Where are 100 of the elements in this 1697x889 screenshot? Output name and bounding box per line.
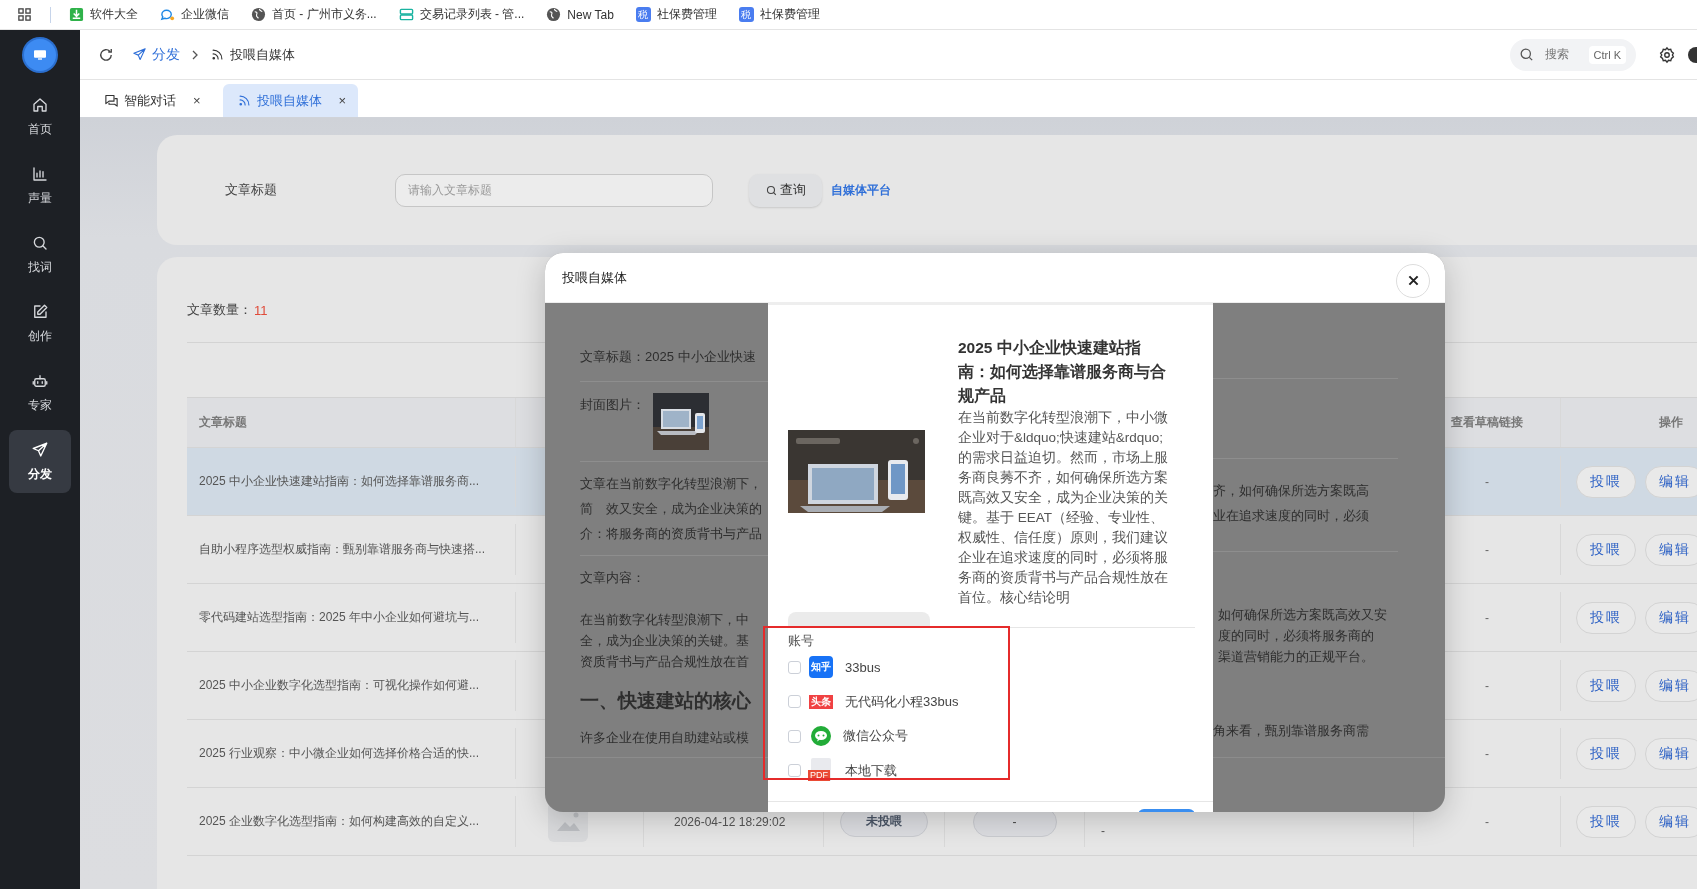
settings-icon[interactable]: [1658, 45, 1676, 64]
rss-icon: [210, 47, 225, 62]
chevron-icon: [190, 49, 200, 60]
tab[interactable]: 智能对话 ×: [100, 84, 213, 117]
detail-text: 许多企业在使用自助建站或模: [580, 729, 749, 747]
detail-text: 度的同时，必须将服务商的: [1218, 627, 1374, 645]
app-badge: 税: [635, 7, 651, 22]
sidebar-item[interactable]: 创作: [9, 292, 71, 355]
close-button[interactable]: ×: [193, 93, 201, 108]
detail-text: 将服务商的资质背书与产品: [606, 525, 762, 543]
dialog-title: 投喂自媒体: [562, 268, 627, 287]
send-icon: [31, 440, 49, 459]
preview-title: 2025 中小企业快速建站指南：如何选择靠谱服务商与合规产品: [958, 337, 1167, 406]
edit-button[interactable]: 编辑: [1645, 805, 1697, 838]
table-cell: 2026-04-12 18:29:02: [674, 814, 786, 829]
bookmark-link[interactable]: 社保费管理: [759, 6, 820, 23]
sidebar-item[interactable]: 找词: [9, 223, 71, 286]
count-label: 文章数量：: [187, 301, 252, 319]
breadcrumb-link[interactable]: 分发: [132, 45, 180, 64]
document-icon: PDF: [811, 757, 831, 781]
table-cell: 2025 中小企业快速建站指南：如何选择靠谱服务商...: [199, 473, 480, 490]
chart-icon: [31, 164, 49, 183]
account-label: 本地下载: [845, 761, 897, 780]
bookmark-link[interactable]: 交易记录列表 - 管...: [419, 6, 525, 23]
feed-button[interactable]: 投喂: [1576, 601, 1636, 634]
detail-label: 文章: [580, 475, 606, 493]
tab[interactable]: 投喂自媒体 ×: [222, 84, 359, 117]
shortcut-hint: Ctrl K: [1588, 45, 1626, 64]
sidebar-item[interactable]: 首页: [9, 85, 71, 148]
edit-button[interactable]: 编辑: [1645, 669, 1697, 702]
platform-link[interactable]: 自媒体平台: [831, 181, 891, 199]
query-button[interactable]: 查询: [749, 173, 822, 207]
detail-text: 业在追求速度的同时，必须: [1213, 507, 1369, 525]
checkbox[interactable]: [788, 729, 801, 743]
count-value: 11: [254, 302, 268, 318]
field-label: 文章标题: [225, 181, 278, 199]
detail-text: 渠道营销能力的正规平台。: [1218, 648, 1374, 666]
table-cell: -: [1485, 474, 1489, 489]
table-cell: 自助小程序选型权威指南：甄别靠谱服务商与快速搭...: [199, 541, 485, 558]
feed-button[interactable]: 投喂: [1576, 737, 1636, 770]
table-cell: 2025 企业数字化选型指南：如何构建高效的自定义...: [199, 813, 480, 830]
detail-text: 在当前数字化转型浪潮下，中: [580, 611, 749, 629]
checkbox[interactable]: [788, 660, 801, 674]
globe-icon: [251, 7, 266, 22]
bookmark-link[interactable]: 社保费管理: [656, 6, 717, 23]
app-badge: 知乎: [809, 656, 833, 679]
edit-button[interactable]: 编辑: [1645, 737, 1697, 770]
bookmark-link[interactable]: New Tab: [567, 7, 614, 22]
detail-text: 齐，如何确保所选方案既高: [1213, 482, 1369, 500]
close-button[interactable]: ×: [338, 93, 347, 108]
edit-icon: [31, 302, 49, 321]
column-header: 操作: [1659, 414, 1683, 431]
edit-button[interactable]: 编辑: [1645, 533, 1697, 566]
section-heading: 一、快速建站的核心: [580, 689, 751, 713]
feed-button[interactable]: 投喂: [1576, 669, 1636, 702]
bookmark-link[interactable]: 企业微信: [181, 6, 229, 23]
chat-icon: [104, 93, 119, 108]
detail-label: 简: [580, 500, 593, 518]
detail-label: 封面图片：: [580, 396, 645, 414]
apps-icon[interactable]: [17, 7, 32, 22]
table-cell: 零代码建站选型指南：2025 年中小企业如何避坑与...: [199, 609, 480, 626]
edit-button[interactable]: 编辑: [1645, 601, 1697, 634]
table-cell: -: [1485, 746, 1489, 761]
edit-button[interactable]: 编辑: [1645, 465, 1697, 498]
table-cell: -: [1485, 542, 1489, 557]
account-label: 33bus: [845, 659, 881, 675]
search-field[interactable]: 搜索 Ctrl K: [1509, 38, 1636, 71]
checkbox[interactable]: [788, 695, 801, 709]
sidebar-item[interactable]: 分发: [9, 430, 71, 493]
sidebar-item[interactable]: 专家: [9, 361, 71, 424]
bookmark-link[interactable]: 软件大全: [90, 6, 138, 23]
feed-button[interactable]: 投喂: [1576, 465, 1636, 498]
close-button[interactable]: [1396, 263, 1430, 298]
title-input[interactable]: 请输入文章标题: [395, 173, 713, 207]
feed-button[interactable]: 投喂: [1576, 533, 1636, 566]
table-cell: -: [1485, 678, 1489, 693]
globe-icon: [546, 7, 562, 22]
table-cell: -: [1485, 610, 1489, 625]
detail-label: 文章内容：: [580, 569, 645, 587]
table-cell: -: [1485, 814, 1489, 829]
breadcrumb-link[interactable]: 投喂自媒体: [210, 45, 295, 64]
bookmark-link[interactable]: 首页 - 广州市义务...: [272, 6, 377, 23]
close-icon: [1407, 275, 1419, 286]
detail-text: 全，成为企业决策的关键。基: [580, 632, 749, 650]
monitor-icon[interactable]: [24, 39, 56, 71]
search-icon: [765, 183, 778, 197]
rss-icon: [236, 93, 252, 108]
detail-text: 在当前数字化转型浪潮下，: [606, 475, 762, 493]
feed-button[interactable]: 投喂: [1576, 805, 1636, 838]
column-header: 查看草稿链接: [1451, 414, 1523, 431]
section-label: 账号: [788, 632, 815, 650]
app-badge: 税: [738, 7, 754, 22]
checkbox[interactable]: [788, 764, 801, 778]
detail-text: 文章标题：2025 中小企业快速: [580, 348, 756, 366]
detail-text: 效又安全，成为企业决策的: [606, 500, 762, 518]
sidebar-item[interactable]: 声量: [9, 154, 71, 217]
table-cell: -: [1101, 824, 1105, 838]
send-icon: [132, 47, 147, 62]
preview-summary: 在当前数字化转型浪潮下，中小微企业对于&ldquo;快速建站&rdquo;的需求日益迫切。然而，市场上服务商良莠不齐，如何确保所选方案既高效又安全，成为企业决策的关键。基于 EEAT（经验、专业性、权威性、信任度）原则，我们建议企业在追求速度的同时，必须将服务商的资质背书与产品合规性放在首位。核心结论明: [958, 408, 1169, 607]
column-header: 文章标题: [199, 414, 247, 431]
